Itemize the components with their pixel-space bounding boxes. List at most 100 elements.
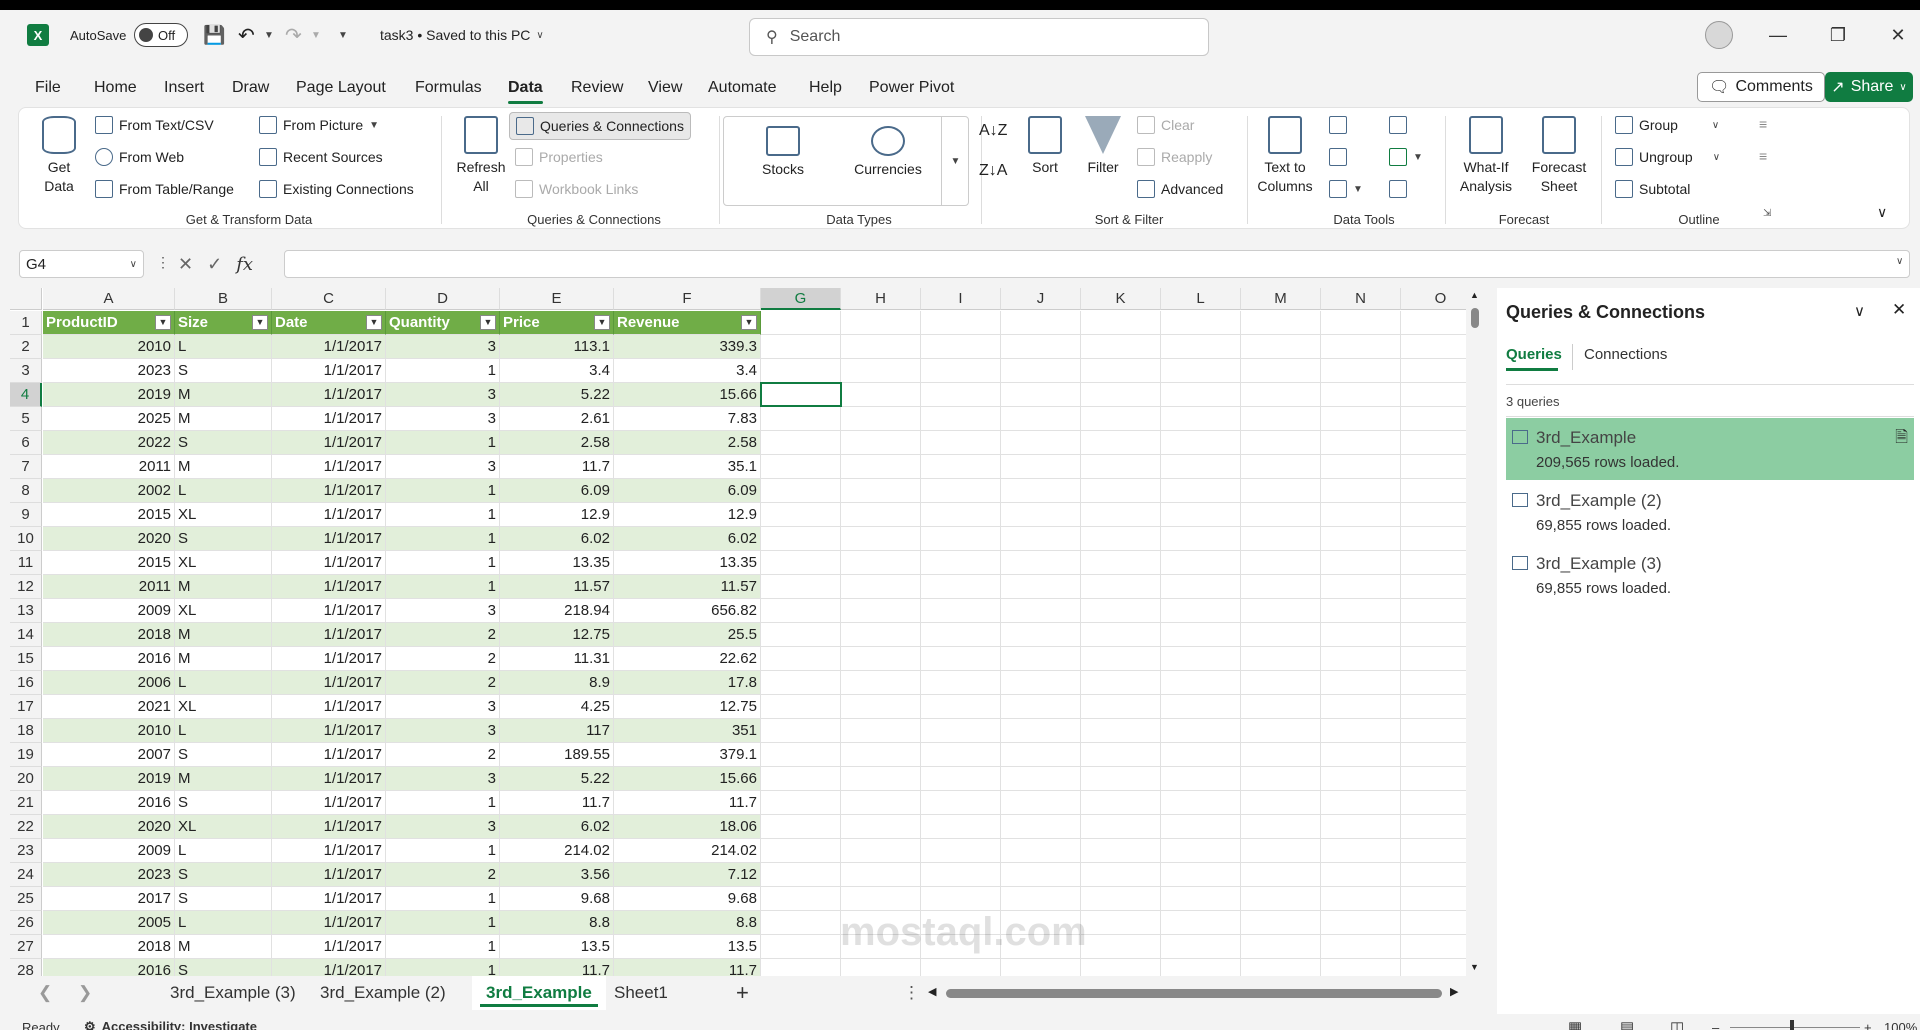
empty-cell[interactable] [841, 791, 921, 815]
close-pane-icon[interactable]: ✕ [1892, 300, 1906, 320]
table-cell[interactable]: 6.02 [614, 527, 761, 551]
empty-cell[interactable] [1321, 335, 1401, 359]
table-cell[interactable]: 1 [386, 503, 500, 527]
sort-z-a-icon[interactable]: Z↓A [979, 162, 1007, 180]
empty-cell[interactable] [1001, 695, 1081, 719]
empty-cell[interactable] [1081, 359, 1161, 383]
table-cell[interactable]: 1/1/2017 [272, 503, 386, 527]
table-cell[interactable]: 1/1/2017 [272, 815, 386, 839]
table-cell[interactable]: 1 [386, 959, 500, 976]
empty-cell[interactable] [921, 455, 1001, 479]
empty-cell[interactable] [1081, 599, 1161, 623]
table-cell[interactable]: 2019 [43, 767, 175, 791]
empty-cell[interactable] [1081, 695, 1161, 719]
empty-cell[interactable] [1401, 647, 1466, 671]
empty-cell[interactable] [1321, 935, 1401, 959]
empty-cell[interactable] [921, 575, 1001, 599]
redo-icon[interactable]: ↷ [285, 10, 302, 60]
empty-cell[interactable] [1321, 719, 1401, 743]
row-header[interactable]: 21 [10, 791, 42, 815]
horizontal-scroll-thumb[interactable] [946, 989, 1442, 998]
empty-cell[interactable] [1001, 743, 1081, 767]
redo-dropdown-icon[interactable]: ▼ [311, 30, 321, 41]
table-cell[interactable]: S [175, 527, 272, 551]
empty-cell[interactable] [761, 551, 841, 575]
table-cell[interactable]: XL [175, 503, 272, 527]
empty-cell[interactable] [921, 623, 1001, 647]
empty-cell[interactable] [1401, 407, 1466, 431]
empty-cell[interactable] [1401, 623, 1466, 647]
empty-cell[interactable] [841, 647, 921, 671]
empty-cell[interactable] [761, 863, 841, 887]
tab-power-pivot[interactable]: Power Pivot [869, 70, 954, 106]
empty-cell[interactable] [1161, 647, 1241, 671]
table-cell[interactable]: 1/1/2017 [272, 479, 386, 503]
empty-cell[interactable] [921, 767, 1001, 791]
table-cell[interactable]: 2016 [43, 647, 175, 671]
query-item[interactable]: 3rd_Example 209,565 rows loaded. 🗎 [1506, 418, 1914, 480]
row-header[interactable]: 5 [10, 407, 42, 431]
tab-help[interactable]: Help [809, 70, 842, 106]
empty-cell[interactable] [841, 719, 921, 743]
tab-home[interactable]: Home [94, 70, 137, 106]
empty-cell[interactable] [1241, 503, 1321, 527]
table-cell[interactable]: 2011 [43, 455, 175, 479]
empty-cell[interactable] [1401, 527, 1466, 551]
table-cell[interactable]: S [175, 863, 272, 887]
document-title[interactable]: task3 • Saved to this PC ∨ [380, 10, 544, 60]
tab-draw[interactable]: Draw [232, 70, 269, 106]
table-cell[interactable]: 1 [386, 359, 500, 383]
empty-cell[interactable] [841, 743, 921, 767]
table-cell[interactable]: 1 [386, 551, 500, 575]
tab-view[interactable]: View [648, 70, 682, 106]
table-cell[interactable]: 1/1/2017 [272, 335, 386, 359]
table-cell[interactable]: 2009 [43, 599, 175, 623]
empty-cell[interactable] [1161, 431, 1241, 455]
table-cell[interactable]: M [175, 935, 272, 959]
table-cell[interactable]: 2 [386, 623, 500, 647]
scroll-right-icon[interactable]: ▶ [1450, 985, 1458, 998]
empty-cell[interactable] [921, 959, 1001, 976]
table-cell[interactable]: 11.7 [500, 959, 614, 976]
table-cell[interactable]: 113.1 [500, 335, 614, 359]
restore-icon[interactable]: ❐ [1808, 10, 1868, 60]
empty-cell[interactable] [1081, 407, 1161, 431]
autosave-toggle[interactable]: Off [134, 23, 188, 47]
normal-view-icon[interactable]: ▦ [1568, 1018, 1582, 1030]
add-sheet-icon[interactable]: + [736, 976, 749, 1010]
ungroup-button[interactable]: Ungroup ∨ [1615, 148, 1720, 166]
table-cell[interactable]: 2023 [43, 863, 175, 887]
table-cell[interactable]: 3 [386, 455, 500, 479]
empty-cell[interactable] [1401, 815, 1466, 839]
table-cell[interactable]: XL [175, 815, 272, 839]
horizontal-scrollbar[interactable]: ◀ ▶ [920, 985, 1460, 1001]
empty-cell[interactable] [841, 767, 921, 791]
empty-cell[interactable] [1001, 359, 1081, 383]
empty-cell[interactable] [841, 407, 921, 431]
tab-insert[interactable]: Insert [164, 70, 204, 106]
empty-cell[interactable] [1081, 959, 1161, 976]
empty-cell[interactable] [1161, 407, 1241, 431]
empty-cell[interactable] [1081, 431, 1161, 455]
empty-cell[interactable] [1401, 575, 1466, 599]
empty-cell[interactable] [1241, 599, 1321, 623]
recent-sources-button[interactable]: Recent Sources [259, 148, 383, 166]
empty-cell[interactable] [761, 311, 841, 335]
empty-cell[interactable] [841, 359, 921, 383]
row-header[interactable]: 12 [10, 575, 42, 599]
zoom-slider[interactable] [1730, 1027, 1860, 1028]
empty-cell[interactable] [761, 815, 841, 839]
table-cell[interactable]: 1/1/2017 [272, 695, 386, 719]
table-cell[interactable]: 379.1 [614, 743, 761, 767]
table-cell[interactable]: M [175, 767, 272, 791]
empty-cell[interactable] [1321, 647, 1401, 671]
empty-cell[interactable] [1321, 863, 1401, 887]
get-data-button[interactable]: Get Data [37, 116, 81, 196]
filter-button[interactable]: Filter [1081, 116, 1125, 177]
empty-cell[interactable] [1321, 599, 1401, 623]
customize-qat-icon[interactable]: ▼ [338, 30, 348, 41]
table-cell[interactable]: 1 [386, 479, 500, 503]
empty-cell[interactable] [1001, 767, 1081, 791]
undo-dropdown-icon[interactable]: ▼ [264, 30, 274, 41]
table-cell[interactable]: 1/1/2017 [272, 839, 386, 863]
